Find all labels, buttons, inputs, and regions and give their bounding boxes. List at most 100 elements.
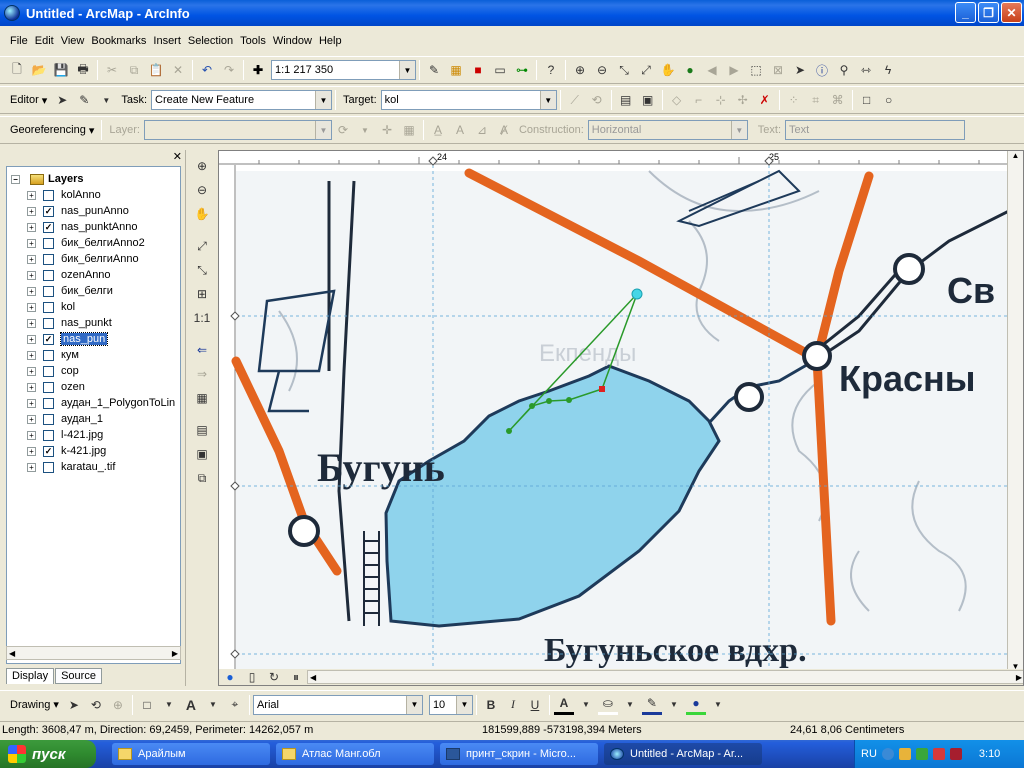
layer-visibility-checkbox[interactable] xyxy=(43,269,54,281)
layer-item[interactable]: + аудан_1_PolygonToLin xyxy=(27,395,175,411)
menu-window[interactable]: Window xyxy=(273,35,312,47)
arccatalog-icon[interactable]: ▦ xyxy=(446,60,466,80)
zoom-out-layout-icon[interactable]: ⊖ xyxy=(192,180,212,200)
sketch-vertex[interactable] xyxy=(566,397,572,403)
menu-help[interactable]: Help xyxy=(319,35,342,47)
fixed-zoom-icon[interactable]: ⊞ xyxy=(192,284,212,304)
font-color-chevron-icon[interactable]: ▼ xyxy=(576,695,596,715)
layer-name[interactable]: аудан_1 xyxy=(61,413,103,425)
expand-icon[interactable]: + xyxy=(27,286,36,296)
zoom-1to1-icon[interactable]: 1:1 xyxy=(192,308,212,328)
layers-root[interactable]: − Layers xyxy=(11,171,83,187)
tray-antivirus-icon[interactable] xyxy=(949,748,962,760)
layer-visibility-checkbox[interactable] xyxy=(43,317,54,329)
editor-menu[interactable]: Editor ▾ xyxy=(6,90,51,110)
active-vertex[interactable] xyxy=(599,386,605,392)
arctoolbox-icon[interactable]: ■ xyxy=(468,60,488,80)
pause-drawing-icon[interactable]: ⏸ xyxy=(286,667,306,685)
layer-item[interactable]: + аудан_1 xyxy=(27,411,103,427)
undo-icon[interactable]: ↶ xyxy=(197,60,217,80)
map-topology-icon[interactable]: ⌐ xyxy=(689,90,709,110)
language-indicator[interactable]: RU xyxy=(861,748,877,760)
scroll-up-icon[interactable]: ▲ xyxy=(1012,151,1020,160)
expand-icon[interactable]: + xyxy=(27,334,36,344)
sketch-vertex[interactable] xyxy=(506,428,512,434)
scroll-left-icon[interactable]: ◀ xyxy=(310,673,316,682)
identify-icon[interactable]: ⓘ xyxy=(812,60,832,80)
error-inspector-icon[interactable]: ⁘ xyxy=(784,90,804,110)
georeferencing-menu[interactable]: Georeferencing ▾ xyxy=(6,120,98,140)
collapse-icon[interactable]: − xyxy=(11,174,20,184)
sketch-properties-icon[interactable]: ▣ xyxy=(638,90,658,110)
layer-name[interactable]: ozen xyxy=(61,381,85,393)
edit-tool-icon[interactable]: ➤ xyxy=(52,90,72,110)
map-horizontal-scrollbar[interactable]: ◀ ▶ xyxy=(307,670,1023,684)
go-back-extent-icon[interactable]: ⇐ xyxy=(192,340,212,360)
task-dropdown[interactable]: Create New Feature ▼ xyxy=(151,90,333,110)
restore-button[interactable]: ❐ xyxy=(978,2,999,23)
hyperlink-icon[interactable]: ϟ xyxy=(878,60,898,80)
start-button[interactable]: пуск xyxy=(0,740,96,768)
layer-visibility-checkbox[interactable] xyxy=(43,397,54,409)
layer-name[interactable]: nas_punktAnno xyxy=(61,221,137,233)
font-color-button[interactable]: A xyxy=(553,695,574,715)
layer-item[interactable]: + l-421.jpg xyxy=(27,427,103,443)
sketch-vertex[interactable] xyxy=(529,403,535,409)
menu-insert[interactable]: Insert xyxy=(153,35,181,47)
layer-name[interactable]: nas_pun xyxy=(59,332,109,346)
text-tool-icon[interactable]: A̲ xyxy=(428,120,448,140)
expand-icon[interactable]: + xyxy=(27,382,36,392)
tray-security-icon[interactable] xyxy=(915,748,928,760)
minimize-button[interactable]: _ xyxy=(955,2,976,23)
expand-icon[interactable]: + xyxy=(27,414,36,424)
tray-network-icon[interactable] xyxy=(898,748,911,760)
layout-view-icon[interactable]: ▯ xyxy=(242,667,262,685)
layer-item[interactable]: + кум xyxy=(27,347,79,363)
underline-button[interactable]: U xyxy=(525,695,545,715)
sketch-vertex[interactable] xyxy=(546,398,552,404)
layer-name[interactable]: kolAnno xyxy=(61,189,101,201)
add-control-points-icon[interactable]: ✛ xyxy=(377,120,397,140)
layer-item[interactable]: + karatau_.tif xyxy=(27,459,115,475)
menu-selection[interactable]: Selection xyxy=(188,35,233,47)
map-vertical-scrollbar[interactable]: ▲ ▼ xyxy=(1007,151,1023,671)
refresh-icon[interactable]: ↻ xyxy=(264,667,284,685)
topology-tool-icon[interactable]: ◇ xyxy=(667,90,687,110)
layer-name[interactable]: cop xyxy=(61,365,79,377)
expand-icon[interactable]: + xyxy=(27,350,36,360)
layer-name[interactable]: бик_белгиAnno xyxy=(61,253,139,265)
layer-name[interactable]: бик_белги xyxy=(61,285,113,297)
layer-name[interactable]: l-421.jpg xyxy=(61,429,103,441)
forward-icon[interactable]: ▶ xyxy=(724,60,744,80)
save-icon[interactable]: 💾 xyxy=(51,60,71,80)
paste-icon[interactable]: 📋 xyxy=(146,60,166,80)
rotate-element-icon[interactable]: ⟲ xyxy=(86,695,106,715)
layer-name[interactable]: k-421.jpg xyxy=(61,445,106,457)
taskbar-item-arcmap[interactable]: Untitled - ArcMap - Ar... xyxy=(604,743,762,765)
map-scale-dropdown[interactable]: 1:1 217 350 ▼ xyxy=(271,60,416,80)
map-view[interactable]: 24 25 Бугунь Красны Св Екпенды Бугуньско… xyxy=(218,150,1024,686)
fill-color-chevron-icon[interactable]: ▼ xyxy=(620,695,640,715)
zoom-in-layout-icon[interactable]: ⊕ xyxy=(192,156,212,176)
whats-this-icon[interactable]: ? xyxy=(541,60,561,80)
menu-tools[interactable]: Tools xyxy=(240,35,266,47)
print-icon[interactable]: 🖶 xyxy=(73,60,93,80)
layer-visibility-checkbox[interactable]: ✓ xyxy=(43,205,54,217)
sketch-tool-chevron-icon[interactable]: ▼ xyxy=(96,90,116,110)
split-tool-icon[interactable]: ⟋ xyxy=(565,90,585,110)
tab-source[interactable]: Source xyxy=(55,668,102,684)
layer-visibility-checkbox[interactable] xyxy=(43,365,54,377)
find-icon[interactable]: ⚲ xyxy=(834,60,854,80)
taskbar-item-folder-atlas[interactable]: Атлас Манг.обл xyxy=(276,743,434,765)
pan-icon[interactable]: ✋ xyxy=(658,60,678,80)
toc-horizontal-scrollbar[interactable]: ◀ ▶ xyxy=(6,646,181,660)
marker-color-icon[interactable]: ● xyxy=(685,695,706,715)
change-layout-icon[interactable]: ⧉ xyxy=(192,468,212,488)
rotate-chevron-icon[interactable]: ▼ xyxy=(355,120,375,140)
italic-button[interactable]: I xyxy=(503,695,523,715)
rotate-georef-icon[interactable]: ⟳ xyxy=(333,120,353,140)
layer-visibility-checkbox[interactable] xyxy=(43,189,54,201)
zoom-to-selected-icon[interactable]: ⊕ xyxy=(108,695,128,715)
map-canvas[interactable]: 24 25 Бугунь Красны Св Екпенды Бугуньско… xyxy=(219,151,1010,671)
layer-item[interactable]: + kolAnno xyxy=(27,187,101,203)
